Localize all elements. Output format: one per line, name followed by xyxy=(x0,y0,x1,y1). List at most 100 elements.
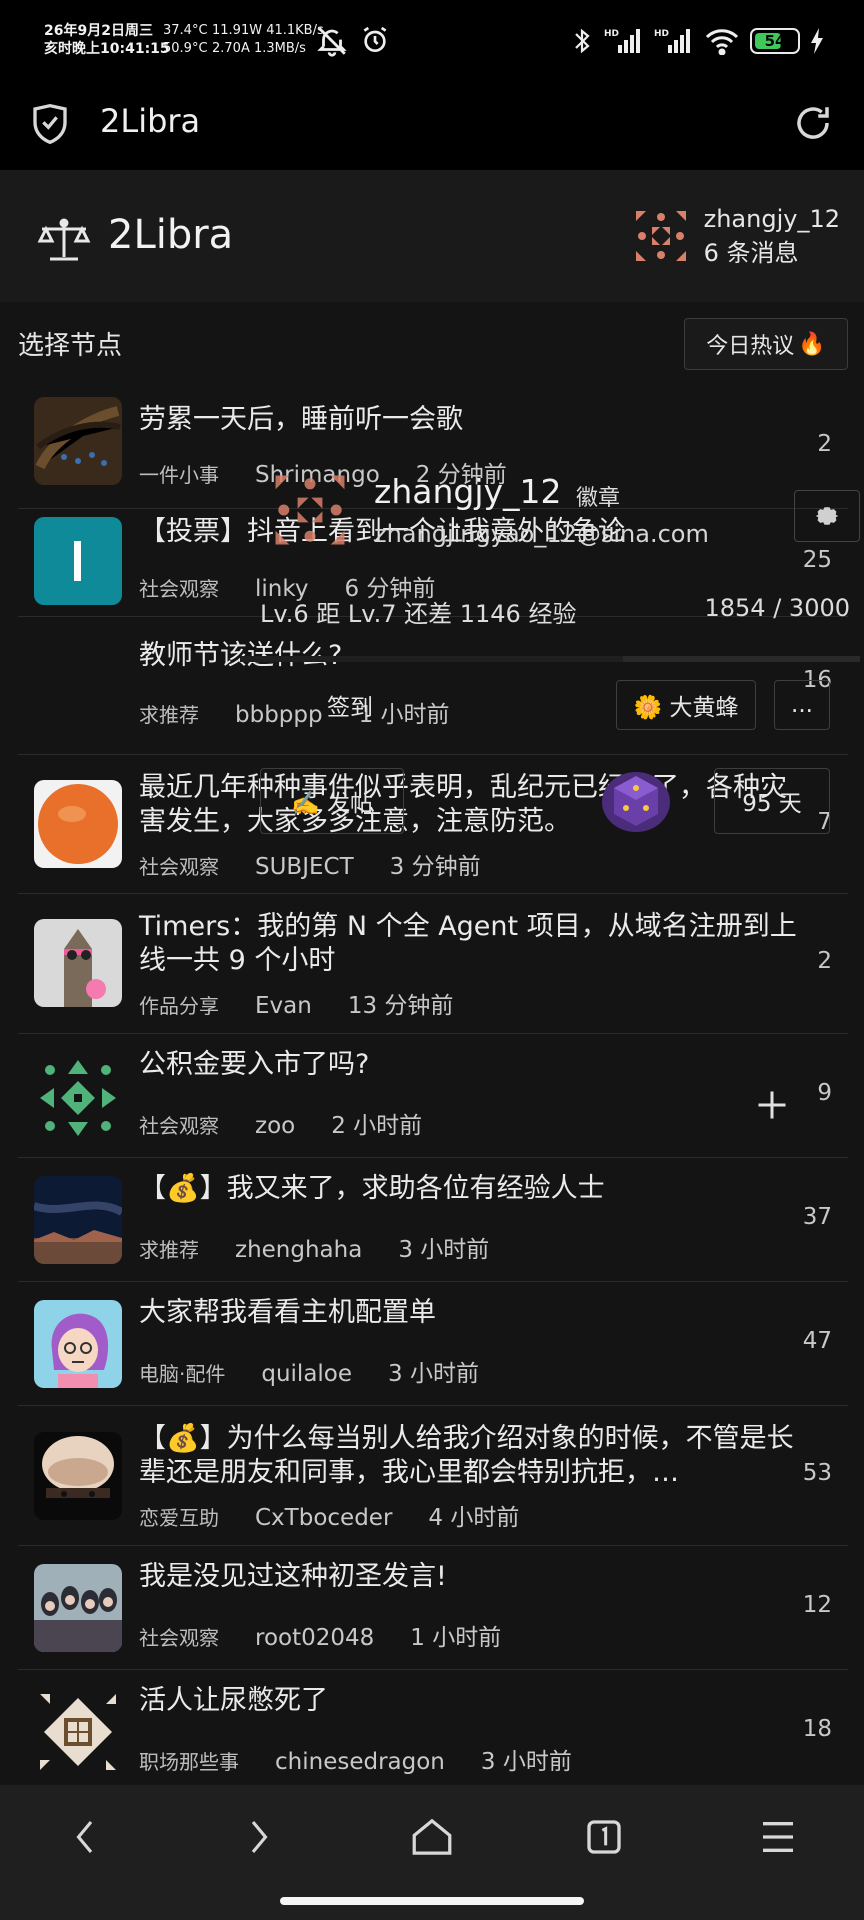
topic-node[interactable]: 社会观察 xyxy=(139,851,219,880)
topic-row[interactable]: 【💰】为什么每当别人给我介绍对象的时候，不管是长辈还是朋友和同事，我心里都会特别… xyxy=(18,1406,848,1546)
status-left-icons xyxy=(315,24,391,58)
back-button[interactable] xyxy=(56,1807,116,1867)
topic-time: 1 小时前 xyxy=(358,702,450,728)
topic-row[interactable]: 最近几年种种事件似乎表明，乱纪元已经来了，各种灾害发生，大家多多注意，注意防范。… xyxy=(18,755,848,894)
topic-author[interactable]: SUBJECT xyxy=(255,854,354,880)
topic-row[interactable]: 【投票】抖音上看到一个让我意外的争论 社会观察 linky 6 分钟前 25 xyxy=(18,509,848,617)
battery-level: 54 xyxy=(764,32,786,50)
forward-button[interactable] xyxy=(228,1807,288,1867)
shield-check-icon[interactable] xyxy=(30,102,70,146)
node-selector-label[interactable]: 选择节点 xyxy=(18,325,122,362)
topic-node[interactable]: 社会观察 xyxy=(139,1110,219,1139)
home-icon xyxy=(412,1818,452,1855)
topic-title[interactable]: 最近几年种种事件似乎表明，乱纪元已经来了，各种灾害发生，大家多多注意，注意防范。 xyxy=(139,771,798,839)
tabs-button[interactable] xyxy=(574,1807,634,1867)
topic-title[interactable]: 【💰】为什么每当别人给我介绍对象的时候，不管是长辈还是朋友和同事，我心里都会特别… xyxy=(139,1422,798,1490)
topic-node[interactable]: 作品分享 xyxy=(139,990,219,1019)
home-button[interactable] xyxy=(402,1807,462,1867)
user-summary[interactable]: zhangjy_12 6 条消息 xyxy=(631,202,840,270)
page-content: 2Libra zhangjy_12 6 条消息 选择节点 今日热议 🔥 劳累一天后… xyxy=(0,170,864,1785)
topic-title[interactable]: 【💰】我又来了，求助各位有经验人士 xyxy=(139,1172,798,1206)
header-username[interactable]: zhangjy_12 xyxy=(704,202,840,236)
refresh-icon[interactable] xyxy=(792,102,834,144)
topic-time: 3 小时前 xyxy=(388,1361,479,1387)
topic-author[interactable]: zoo xyxy=(255,1113,295,1139)
topic-avatar-letter xyxy=(34,517,122,605)
topic-row[interactable]: 活人让尿憋死了 职场那些事 chinesedragon 3 小时前 18 xyxy=(18,1670,848,1785)
topic-time: 2 分钟前 xyxy=(415,462,507,488)
topic-author[interactable]: Shrimango xyxy=(255,462,380,488)
status-stat2: 2.70A 1.3MB/s xyxy=(212,41,306,56)
topic-author[interactable]: quilaloe xyxy=(261,1361,352,1387)
topic-node[interactable]: 恋爱互助 xyxy=(139,1502,219,1531)
topic-row[interactable]: 教师节该送什么? 求推荐 bbbppp 1 小时前 16 xyxy=(18,617,848,755)
topic-meta: 求推荐 bbbppp 1 小时前 xyxy=(139,695,450,729)
site-logo-text[interactable]: 2Libra xyxy=(108,212,233,258)
topic-author[interactable]: chinesedragon xyxy=(275,1749,445,1775)
add-topic-button[interactable] xyxy=(742,1075,802,1135)
status-date: 26年9月2日周三 xyxy=(44,23,153,39)
topic-node[interactable]: 一件小事 xyxy=(139,459,219,488)
status-temp2: 50.9°C xyxy=(163,41,208,56)
wifi-icon xyxy=(705,29,739,55)
topic-avatar-orange xyxy=(34,780,122,868)
topic-node[interactable]: 职场那些事 xyxy=(139,1746,239,1775)
reply-count: 53 xyxy=(802,1460,832,1486)
status-rates: 11.91W 41.1KB/s 2.70A 1.3MB/s xyxy=(212,22,324,58)
topic-avatar-sheet-music xyxy=(34,397,122,485)
topic-row[interactable]: 大家帮我看看主机配置单 电脑·配件 quilaloe 3 小时前 47 xyxy=(18,1282,848,1406)
topic-time: 6 分钟前 xyxy=(344,576,436,602)
status-temps: 37.4°C 50.9°C xyxy=(163,22,208,58)
topic-node[interactable]: 社会观察 xyxy=(139,1622,219,1651)
topic-author[interactable]: root02048 xyxy=(255,1625,374,1651)
topic-title[interactable]: 我是没见过这种初圣发言! xyxy=(139,1560,798,1594)
plus-icon xyxy=(758,1091,786,1119)
topic-avatar-face xyxy=(34,1432,122,1520)
topic-author[interactable]: zhenghaha xyxy=(235,1237,362,1263)
topic-row[interactable]: 【💰】我又来了，求助各位有经验人士 求推荐 zhenghaha 3 小时前 37 xyxy=(18,1158,848,1282)
signal-hd-icon-1: HD xyxy=(604,29,640,53)
topic-author[interactable]: bbbppp xyxy=(235,702,323,728)
topic-row[interactable]: 劳累一天后，睡前听一会歌 一件小事 Shrimango 2 分钟前 2 xyxy=(18,385,848,509)
topic-node[interactable]: 电脑·配件 xyxy=(139,1358,225,1387)
bluetooth-icon xyxy=(575,28,590,54)
topic-author[interactable]: Evan xyxy=(255,993,312,1019)
reply-count: 2 xyxy=(817,431,832,457)
hot-topics-tab[interactable]: 今日热议 🔥 xyxy=(684,318,848,370)
topic-avatar-green-pattern xyxy=(34,1054,122,1142)
topic-title[interactable]: Timers：我的第 N 个全 Agent 项目，从域名注册到上线一共 9 个小… xyxy=(139,910,798,978)
menu-button[interactable] xyxy=(748,1807,808,1867)
header-messages[interactable]: 6 条消息 xyxy=(704,236,840,270)
reply-count: 25 xyxy=(802,547,832,573)
topic-author[interactable]: CxTboceder xyxy=(255,1505,392,1531)
topic-author[interactable]: linky xyxy=(255,576,308,602)
browser-page-title[interactable]: 2Libra xyxy=(100,102,200,140)
alarm-icon xyxy=(363,26,387,52)
topic-title[interactable]: 活人让尿憋死了 xyxy=(139,1684,798,1718)
topic-time: 2 小时前 xyxy=(331,1113,423,1139)
topic-row[interactable]: 我是没见过这种初圣发言! 社会观察 root02048 1 小时前 12 xyxy=(18,1546,848,1670)
topic-row[interactable]: Timers：我的第 N 个全 Agent 项目，从域名注册到上线一共 9 个小… xyxy=(18,894,848,1034)
topic-title[interactable]: 劳累一天后，睡前听一会歌 xyxy=(139,403,798,437)
status-bar: 26年9月2日周三 亥时晚上10:41:15 37.4°C 50.9°C 11.… xyxy=(0,0,864,80)
hot-topics-label: 今日热议 xyxy=(706,334,795,359)
topic-node[interactable]: 求推荐 xyxy=(139,1234,199,1263)
reply-count: 7 xyxy=(817,809,832,835)
status-stat1: 11.91W 41.1KB/s xyxy=(212,23,324,38)
topic-row[interactable]: 公积金要入市了吗? 社会观察 zoo 2 小时前 9 xyxy=(18,1034,848,1158)
topic-meta: 社会观察 SUBJECT 3 分钟前 xyxy=(139,847,481,881)
topic-node[interactable]: 求推荐 xyxy=(139,699,199,728)
status-time: 亥时晚上10:41:15 xyxy=(44,41,170,57)
user-avatar[interactable] xyxy=(631,207,690,265)
topic-node[interactable]: 社会观察 xyxy=(139,573,219,602)
reply-count: 47 xyxy=(802,1328,832,1354)
topic-title[interactable]: 教师节该送什么? xyxy=(139,639,798,673)
topic-title[interactable]: 公积金要入市了吗? xyxy=(139,1048,798,1082)
topic-avatar-night-sky xyxy=(34,1176,122,1264)
gesture-home-indicator[interactable] xyxy=(280,1897,584,1905)
reply-count: 18 xyxy=(802,1716,832,1742)
topic-title[interactable]: 【投票】抖音上看到一个让我意外的争论 xyxy=(139,515,798,549)
topic-title[interactable]: 大家帮我看看主机配置单 xyxy=(139,1296,798,1330)
libra-logo-icon[interactable] xyxy=(36,215,92,265)
browser-bottom-nav xyxy=(0,1785,864,1920)
